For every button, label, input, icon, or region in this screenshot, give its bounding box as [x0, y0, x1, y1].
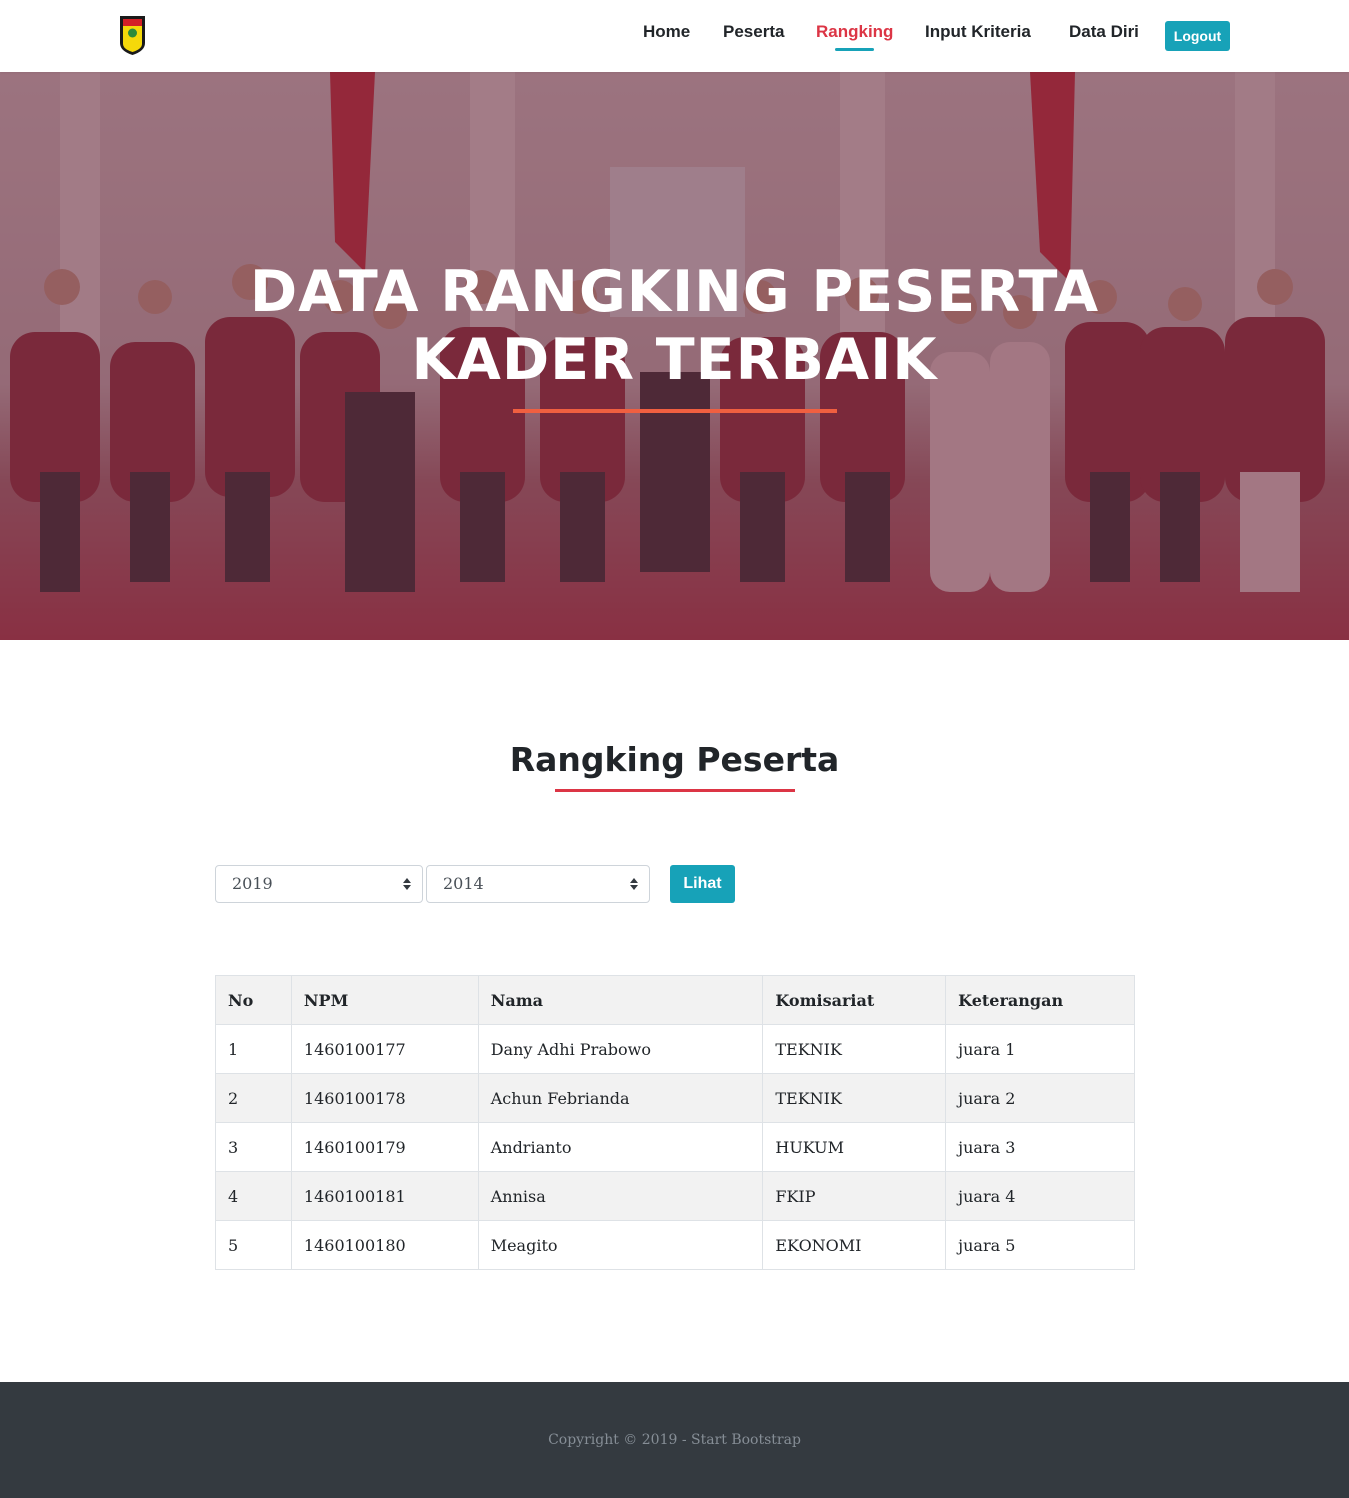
cell-keterangan: juara 4 [945, 1171, 1135, 1221]
cell-npm: 1460100180 [290, 1220, 479, 1270]
hero-title-line-2: KADER TERBAIK [411, 327, 938, 393]
cell-nama: Achun Febrianda [477, 1073, 764, 1123]
column-header-komisariat: Komisariat [762, 975, 947, 1025]
nav-rangking[interactable]: Rangking [816, 22, 893, 42]
cell-nama: Meagito [477, 1220, 764, 1270]
cell-nama: Andrianto [477, 1122, 764, 1172]
nav-home[interactable]: Home [643, 22, 690, 42]
cell-no: 4 [215, 1171, 292, 1221]
table-row: 4 1460100181 Annisa FKIP juara 4 [215, 1171, 1135, 1221]
table-row: 5 1460100180 Meagito EKONOMI juara 5 [215, 1220, 1135, 1270]
footer: Copyright © 2019 - Start Bootstrap [0, 1382, 1349, 1498]
year-select-1[interactable]: 2019 [215, 865, 423, 903]
copyright-text: Copyright © 2019 - Start Bootstrap [548, 1432, 801, 1448]
cell-komisariat: HUKUM [762, 1122, 947, 1172]
nav-data-diri[interactable]: Data Diri [1069, 22, 1139, 42]
active-nav-indicator [835, 48, 874, 51]
nav-input-kriteria[interactable]: Input Kriteria [925, 22, 1031, 42]
nav-peserta[interactable]: Peserta [723, 22, 784, 42]
table-row: 2 1460100178 Achun Febrianda TEKNIK juar… [215, 1073, 1135, 1123]
year-select-1-value: 2019 [232, 874, 273, 893]
section-divider [555, 789, 795, 792]
cell-komisariat: TEKNIK [762, 1024, 947, 1074]
logout-button[interactable]: Logout [1165, 21, 1230, 51]
cell-nama: Dany Adhi Prabowo [477, 1024, 764, 1074]
section-title: Rangking Peserta [509, 740, 840, 779]
cell-komisariat: TEKNIK [762, 1073, 947, 1123]
cell-keterangan: juara 2 [945, 1073, 1135, 1123]
cell-keterangan: juara 1 [945, 1024, 1135, 1074]
year-select-2-value: 2014 [443, 874, 484, 893]
hero-divider [513, 409, 837, 413]
table-row: 3 1460100179 Andrianto HUKUM juara 3 [215, 1122, 1135, 1172]
cell-npm: 1460100179 [290, 1122, 479, 1172]
cell-komisariat: EKONOMI [762, 1220, 947, 1270]
cell-nama: Annisa [477, 1171, 764, 1221]
select-arrows-icon [403, 878, 411, 890]
lihat-button[interactable]: Lihat [670, 865, 735, 903]
column-header-nama: Nama [477, 975, 764, 1025]
cell-keterangan: juara 5 [945, 1220, 1135, 1270]
year-select-2[interactable]: 2014 [426, 865, 650, 903]
cell-keterangan: juara 3 [945, 1122, 1135, 1172]
table-row: 1 1460100177 Dany Adhi Prabowo TEKNIK ju… [215, 1024, 1135, 1074]
hero-title-line-1: DATA RANGKING PESERTA [249, 259, 1100, 325]
organization-logo[interactable] [119, 15, 146, 56]
column-header-npm: NPM [290, 975, 479, 1025]
cell-npm: 1460100178 [290, 1073, 479, 1123]
cell-npm: 1460100177 [290, 1024, 479, 1074]
cell-no: 3 [215, 1122, 292, 1172]
cell-no: 5 [215, 1220, 292, 1270]
cell-no: 1 [215, 1024, 292, 1074]
column-header-no: No [215, 975, 292, 1025]
cell-npm: 1460100181 [290, 1171, 479, 1221]
column-header-keterangan: Keterangan [945, 975, 1135, 1025]
cell-komisariat: FKIP [762, 1171, 947, 1221]
hero-title: DATA RANGKING PESERTA KADER TERBAIK [0, 258, 1349, 394]
select-arrows-icon [630, 878, 638, 890]
cell-no: 2 [215, 1073, 292, 1123]
hero-banner: DATA RANGKING PESERTA KADER TERBAIK [0, 72, 1349, 640]
navbar: Home Peserta Rangking Input Kriteria Dat… [0, 0, 1349, 72]
table-header-row: No NPM Nama Komisariat Keterangan [215, 975, 1135, 1025]
ranking-table: No NPM Nama Komisariat Keterangan 1 1460… [215, 975, 1135, 1270]
